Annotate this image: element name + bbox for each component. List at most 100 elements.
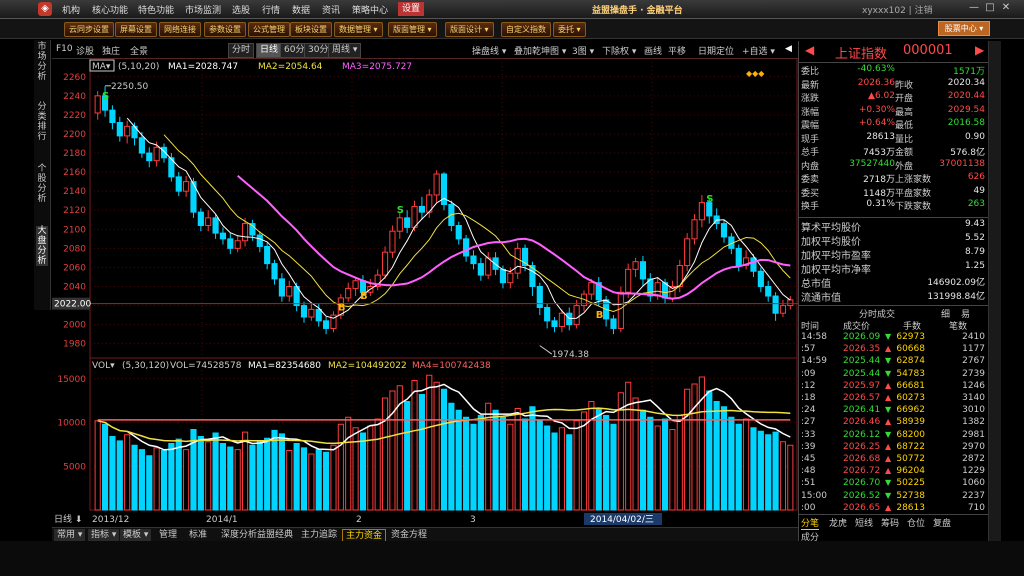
tick-price: 2026.46 — [843, 417, 881, 428]
toolbar-button-6[interactable]: 数据管理 ▾ — [334, 22, 383, 37]
toolbar-button-4[interactable]: 公式管理 — [248, 22, 290, 37]
quote-value2: 2029.54 — [947, 104, 985, 115]
header-tool-1[interactable]: 叠加乾坤图 ▾ — [514, 44, 566, 57]
candle-body — [300, 305, 308, 318]
volume-bar — [765, 434, 772, 511]
volume-bar — [168, 443, 175, 511]
volume-bar — [706, 390, 713, 511]
bottom-tab-4[interactable]: 标准 — [186, 529, 210, 541]
tick-time: :00 — [801, 502, 816, 513]
volume-bar — [345, 416, 352, 511]
bottom-tab-0[interactable]: 常用 ▾ — [54, 529, 86, 541]
candle-body — [499, 268, 507, 284]
toolbar-button-8[interactable]: 版面设计 ▾ — [445, 22, 494, 37]
header-tool-5[interactable]: 平移 — [668, 44, 686, 57]
next-stock-icon[interactable]: ▶ — [975, 43, 984, 57]
header-left-1[interactable]: 诊股 — [76, 44, 94, 57]
signal-buy-icon: B — [360, 291, 368, 302]
quote-bottom-tab-1[interactable]: 龙虎 — [829, 516, 847, 529]
volume-bar — [146, 455, 153, 511]
header-left-3[interactable]: 全景 — [130, 44, 148, 57]
tick-price: 2026.35 — [843, 344, 881, 355]
period-tab-1[interactable]: 日线 — [256, 43, 283, 58]
header-tool-4[interactable]: 画线 — [644, 44, 662, 57]
prev-stock-icon[interactable]: ◀ — [805, 43, 814, 57]
toolbar-button-10[interactable]: 委托 ▾ — [553, 22, 586, 37]
toolbar-button-7[interactable]: 版面管理 ▾ — [388, 22, 437, 37]
volume-bar — [625, 381, 632, 511]
vtab-2[interactable]: 个股分析 — [36, 164, 48, 204]
header-tool-6[interactable]: 日期定位 — [698, 44, 734, 57]
menu-item-6[interactable]: 数据 — [292, 3, 310, 16]
header-tool-7[interactable]: +自选 ▾ — [742, 44, 775, 57]
bottom-tab-6[interactable]: 益盟经典 — [254, 529, 296, 541]
toolbar-button-5[interactable]: 板块设置 — [290, 22, 332, 37]
tick-price: 2025.44 — [843, 368, 881, 379]
candle-body — [146, 152, 153, 162]
header-left-0[interactable]: F10 — [56, 44, 73, 54]
menu-item-5[interactable]: 行情 — [262, 3, 280, 16]
header-left-2[interactable]: 独庄 — [102, 44, 120, 57]
quote-bottom-tab-5[interactable]: 复盘 — [933, 516, 951, 529]
toolbar-button-9[interactable]: 自定义指数 — [501, 22, 551, 37]
minimize-icon[interactable]: — — [968, 2, 980, 14]
tick-dir-icon: ▲ — [885, 380, 892, 390]
header-tool-0[interactable]: 操盘线 ▾ — [472, 44, 506, 57]
quote-bottom-tab-3[interactable]: 筹码 — [881, 516, 899, 529]
vtab-0[interactable]: 市场分析 — [36, 42, 48, 82]
kline-chart[interactable]: 1980200020202040206020802100212021402160… — [52, 58, 798, 527]
menu-item-7[interactable]: 资讯 — [322, 3, 340, 16]
candle-body — [197, 211, 204, 226]
quote-bottom-tab-4[interactable]: 仓位 — [907, 516, 925, 529]
candle-body — [138, 137, 145, 154]
tick-count: 2970 — [962, 441, 985, 452]
bottom-tab-1[interactable]: 指标 ▾ — [88, 529, 120, 541]
tick-dir-icon: ▼ — [885, 356, 892, 366]
maximize-icon[interactable]: □ — [984, 2, 996, 14]
vtab-3[interactable]: 大盘分析 — [36, 226, 48, 266]
quote-bottom-tab-2[interactable]: 短线 — [855, 516, 873, 529]
bottom-tab-3[interactable]: 管理 — [156, 529, 180, 541]
menu-item-4[interactable]: 选股 — [232, 3, 250, 16]
menu-item-1[interactable]: 核心功能 — [92, 3, 128, 16]
tick-dir-icon: ▲ — [885, 454, 892, 463]
toolbar-button-2[interactable]: 网络连接 — [159, 22, 201, 37]
user-status[interactable]: xyxxx102 | 注销 — [862, 3, 933, 16]
close-icon[interactable]: ✕ — [1000, 2, 1012, 14]
period-tab-0[interactable]: 分时 — [228, 43, 255, 58]
candle-body — [109, 109, 116, 124]
quote-bottom-tab-0[interactable]: 分笔 — [801, 516, 820, 530]
nav-left-icon[interactable]: ◀ — [785, 44, 792, 54]
tick-time: :33 — [801, 429, 816, 440]
y-tick-label: 2120 — [63, 206, 86, 216]
volume-bar — [566, 434, 573, 511]
bottom-tab-2[interactable]: 模板 ▾ — [120, 529, 152, 541]
side-vertical-tabs: 市场分析分类排行个股分析大盘分析 — [34, 40, 51, 310]
bottom-tab-7[interactable]: 主力追踪 — [298, 529, 340, 541]
candle-body — [278, 278, 285, 297]
signal-sell-icon: S — [397, 205, 404, 216]
period-tab-4[interactable]: 周线 ▾ — [328, 43, 362, 58]
vtab-1[interactable]: 分类排行 — [36, 102, 48, 142]
right-scrollbar[interactable] — [988, 41, 1001, 541]
menu-item-0[interactable]: 机构 — [62, 3, 80, 16]
quote-label: 涨幅 — [801, 107, 820, 118]
menu-item-8[interactable]: 策略中心 — [352, 3, 388, 16]
stock-center-dropdown[interactable]: 股票中心 ▾ — [938, 21, 990, 36]
toolbar-button-3[interactable]: 参数设置 — [204, 22, 246, 37]
header-tool-3[interactable]: 下除权 ▾ — [602, 44, 636, 57]
menu-item-9[interactable]: 设置 — [398, 2, 425, 16]
bottom-tab-9[interactable]: 资金方程 — [388, 529, 430, 541]
volume-bar — [440, 388, 448, 511]
candle-body — [684, 238, 691, 267]
tick-hands: 50225 — [896, 478, 925, 489]
quote-label2: 金额 — [895, 148, 914, 158]
toolbar-button-1[interactable]: 屏幕设置 — [115, 22, 157, 37]
tick-dir-icon: ▲ — [885, 466, 892, 476]
menu-item-2[interactable]: 特色功能 — [138, 3, 174, 16]
menu-item-3[interactable]: 市场监测 — [185, 3, 221, 16]
tick-hands: 60668 — [896, 344, 925, 355]
volume-bar — [691, 383, 698, 511]
toolbar-button-0[interactable]: 云同步设置 — [64, 22, 114, 37]
header-tool-2[interactable]: 3图 ▾ — [572, 44, 594, 57]
